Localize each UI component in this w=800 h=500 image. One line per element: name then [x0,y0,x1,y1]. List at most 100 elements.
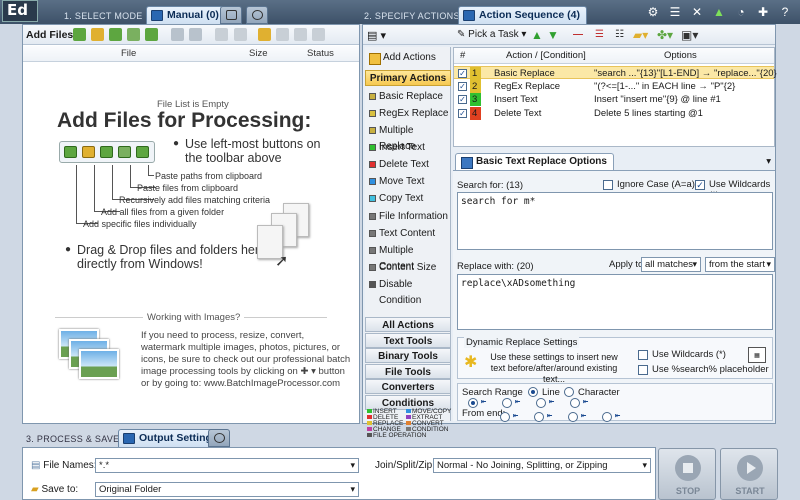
paste-files-icon [118,146,131,158]
search-placeholder-checkbox[interactable]: Use %search% placeholder [638,364,769,375]
tab-action-sequence[interactable]: Action Sequence (4) [458,6,587,24]
range-cursor-icon: ⇤ [549,397,555,407]
category-tab[interactable]: File Tools [365,363,451,379]
action-item[interactable]: Multiple Replace [369,123,449,152]
clear-actions-icon[interactable]: ☰ [595,29,604,40]
tab-advanced-settings[interactable] [208,429,230,447]
category-tab[interactable]: Converters [365,379,451,394]
range-cursor-icon: ⇤ [583,397,589,407]
dynamic-replace-title: Dynamic Replace Settings [464,337,580,348]
plus-icon[interactable]: ✚ [756,5,770,19]
up-arrow-icon[interactable]: ▲ [712,5,726,19]
disable-action-icon[interactable]: ☷ [615,29,624,40]
ascii-table-icon[interactable]: ▦ [748,347,766,363]
refresh-icon[interactable] [189,28,203,41]
save-sequence-icon[interactable]: ▣▾ [681,28,698,42]
clear-icon[interactable] [215,28,229,41]
range-position-radio[interactable] [568,412,578,422]
sequence-row[interactable]: ✓ 4 Delete Text Delete 5 lines starting @1 [454,106,774,120]
toolbar-icons-illustration [59,141,155,163]
tools-icon[interactable]: ✕ [690,5,704,19]
list-icon[interactable] [233,28,247,41]
tab-schedule-mode[interactable] [246,6,268,24]
range-position-radio[interactable] [570,398,580,408]
from-position-select[interactable]: from the start [705,257,775,272]
share-icon[interactable]: ✤▾ [657,28,673,42]
category-tab[interactable]: Binary Tools [365,348,451,363]
condition-item[interactable]: Multiple Content [369,243,449,272]
add-folder-icon[interactable] [91,28,105,41]
start-button[interactable]: START [720,448,778,500]
action-color-icon [369,144,376,151]
action-item[interactable]: Delete Text [369,157,449,173]
sequence-row-action: Delete Text [494,107,542,119]
dynamic-wildcards-checkbox[interactable]: Use Wildcards (*) [638,349,726,360]
range-position-radio[interactable] [500,412,510,422]
condition-item[interactable]: File Information [369,209,449,225]
sequence-row[interactable]: ✓ 2 RegEx Replace "(?<=[1-..." in EACH line… [454,79,774,93]
sequence-row-options: Insert "insert me"{9} @ line #1 [594,94,721,105]
search-for-input[interactable]: search for m* [457,192,773,250]
range-position-radio[interactable] [536,398,546,408]
category-tab[interactable]: All Actions [365,317,451,332]
category-tab[interactable]: Text Tools [365,332,451,348]
action-item[interactable]: Copy Text [369,191,449,207]
range-position-radio[interactable] [602,412,612,422]
join-split-zip-select[interactable]: Normal - No Joining, Splitting, or Zippi… [433,458,651,473]
col-file[interactable]: File [121,48,136,59]
range-position-radio[interactable] [502,398,512,408]
action-item[interactable]: Insert Text [369,140,449,156]
range-position-radio[interactable] [534,412,544,422]
action-item-label: Basic Replace [379,91,443,102]
col-size[interactable]: Size [249,48,267,59]
sequence-row-checkbox[interactable]: ✓ [458,69,467,78]
range-line-radio[interactable] [528,387,538,397]
sequence-row-checkbox[interactable]: ✓ [458,108,467,118]
print-icon[interactable] [311,28,325,41]
condition-item[interactable]: Text Content [369,226,449,242]
export-icon[interactable] [293,28,307,41]
action-item[interactable]: Move Text [369,174,449,190]
save-list-icon[interactable] [275,28,289,41]
action-item[interactable]: Basic Replace [369,89,449,105]
help-icon[interactable]: ? [778,5,792,19]
apply-to-select[interactable]: all matches [641,257,701,272]
process-save-bar: 3. PROCESS & SAVE Output Settings [22,427,778,447]
tab-image-mode[interactable] [220,6,242,24]
open-sequence-icon[interactable]: ▰▾ [633,28,648,42]
add-file-icon[interactable] [73,28,86,41]
move-down-icon[interactable]: ▼ [547,28,559,42]
range-position-radio[interactable] [468,398,478,408]
replace-with-input[interactable]: replace\xADsomething [457,274,773,330]
checklist-icon[interactable]: ☰ [668,5,682,19]
add-recursive-icon[interactable] [109,28,123,41]
paste-files-icon[interactable] [127,28,141,41]
action-item-label: Delete Text [379,159,429,170]
options-tab[interactable]: Basic Text Replace Options [455,153,614,170]
settings-icon[interactable]: ⚙ [646,5,660,19]
move-up-icon[interactable]: ▲ [531,28,543,42]
stop-button[interactable]: STOP [658,448,716,500]
open-list-icon[interactable] [257,28,271,41]
action-item[interactable]: RegEx Replace [369,106,449,122]
feed-icon[interactable]: ◔ [734,5,748,19]
file-names-input[interactable]: *.* [95,458,359,473]
action-color-icon [369,195,376,202]
sequence-row[interactable]: ✓ 1 Basic Replace "search ..."{13}"[L1-END]… [454,66,777,80]
sequence-menu-icon[interactable]: ▤ ▾ [367,29,386,42]
remove-icon[interactable] [171,28,185,41]
condition-item[interactable]: Disable Condition [369,277,449,306]
paste-paths-icon[interactable] [145,28,159,41]
save-to-select[interactable]: Original Folder [95,482,359,497]
col-status[interactable]: Status [307,48,334,59]
remove-action-icon[interactable]: — [573,29,583,40]
sequence-row[interactable]: ✓ 3 Insert Text Insert "insert me"{9} @ lin… [454,93,774,106]
range-character-radio[interactable] [564,387,574,397]
options-menu-icon[interactable]: ▾ [766,156,771,167]
tab-manual[interactable]: Manual (0) [146,6,226,24]
sequence-row-checkbox[interactable]: ✓ [458,81,467,91]
condition-item[interactable]: Content Size [369,260,449,276]
ignore-case-checkbox[interactable]: Ignore Case (A=a) [603,179,695,190]
pick-task-button[interactable]: ✎ Pick a Task ▾ [457,29,526,40]
sequence-row-checkbox[interactable]: ✓ [458,95,467,104]
